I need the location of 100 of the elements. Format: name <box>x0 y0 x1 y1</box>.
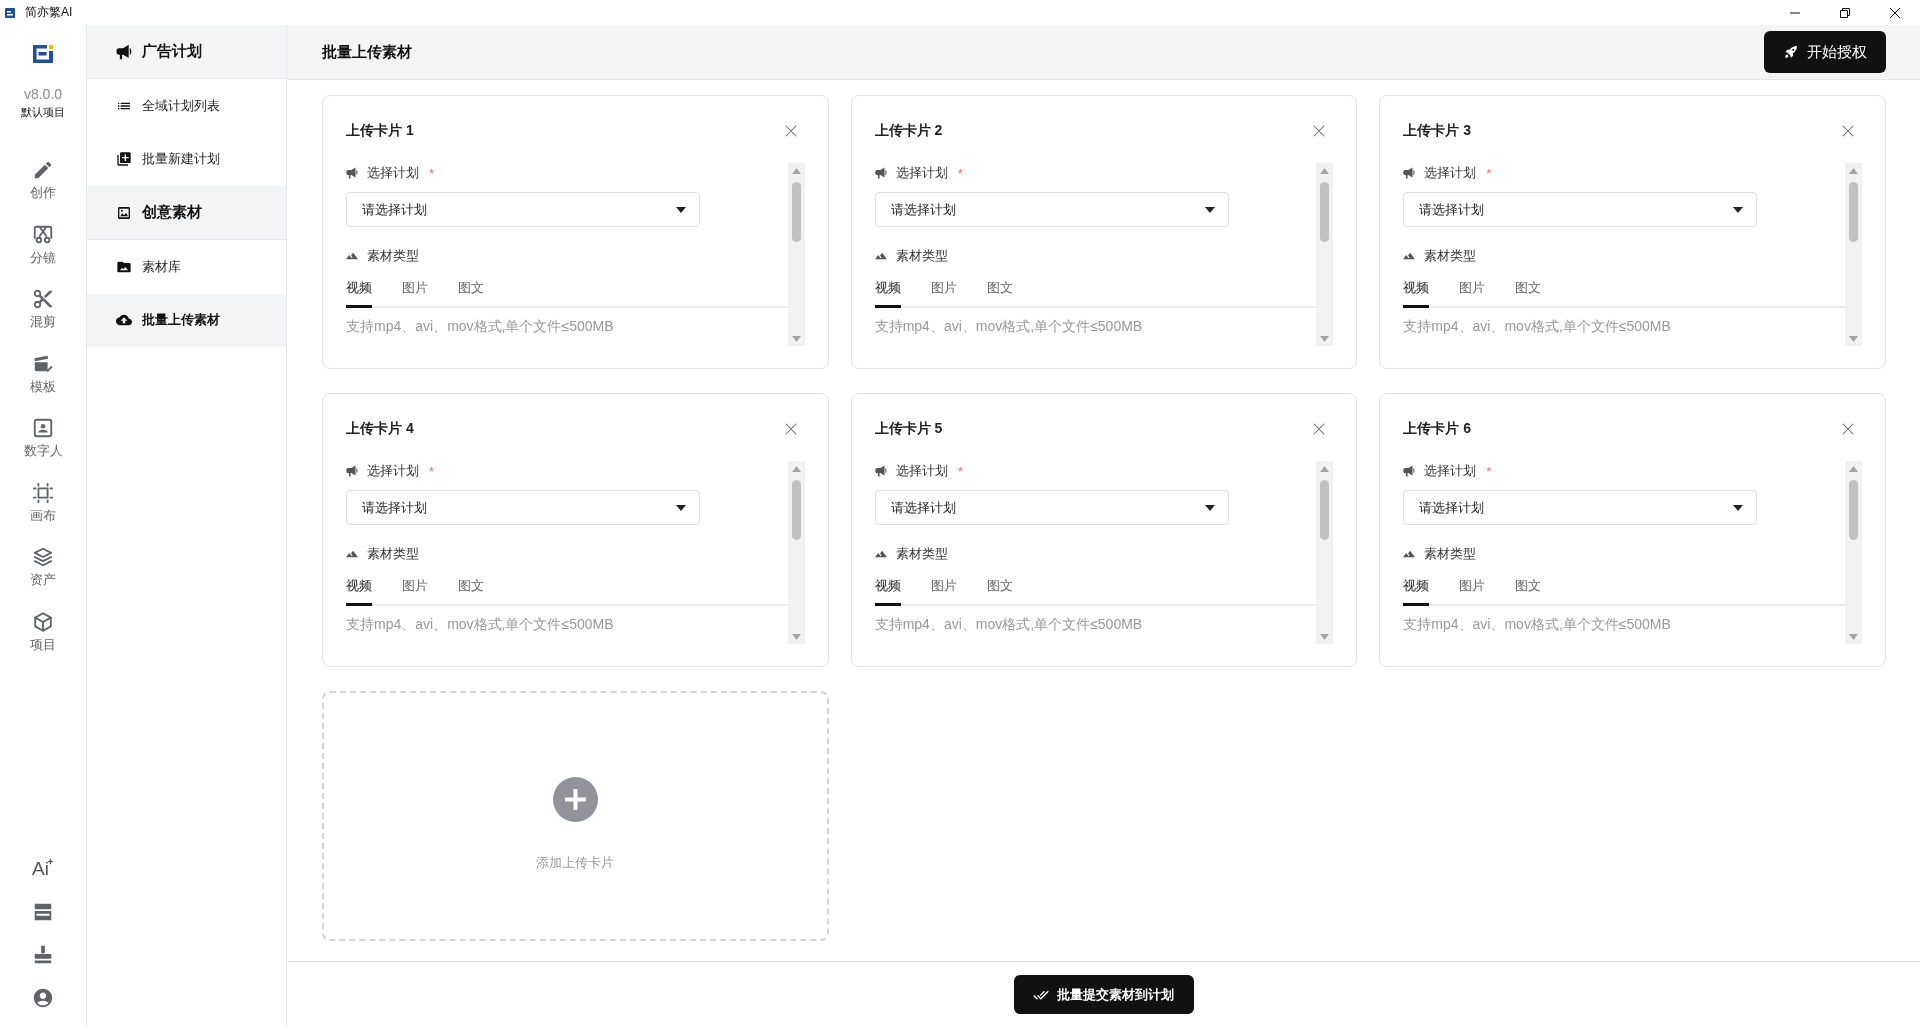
plan-select[interactable]: 请选择计划 <box>1403 192 1758 227</box>
sidebar-item[interactable]: 素材库 <box>87 240 286 294</box>
close-icon <box>1890 7 1900 18</box>
tab[interactable]: 图文 <box>986 278 1013 308</box>
field-label: 选择计划 <box>367 164 419 182</box>
scrollbar[interactable] <box>1316 461 1334 644</box>
sidebar-item[interactable]: 批量新建计划 <box>87 132 286 186</box>
megaphone-icon <box>346 167 358 179</box>
layers-icon <box>32 546 54 568</box>
tab[interactable]: 图片 <box>930 576 957 606</box>
rail-nav-item[interactable]: 资产 <box>8 536 78 601</box>
restore-icon <box>1840 7 1850 18</box>
close-icon <box>784 125 797 137</box>
mountain-icon <box>874 548 887 560</box>
tab[interactable]: 视频 <box>346 576 372 606</box>
card-title: 上传卡片 1 <box>346 122 414 140</box>
scrollbar[interactable] <box>787 461 805 644</box>
megaphone-icon <box>874 465 887 477</box>
scrollbar[interactable] <box>1845 163 1862 346</box>
mountain-icon <box>1403 548 1416 560</box>
rail-nav-item[interactable]: 分镜 <box>8 213 78 278</box>
format-hint: 支持mp4、avi、mov格式,单个文件≤500MB <box>874 317 1144 335</box>
caret-icon <box>1733 207 1744 213</box>
caret-icon <box>676 207 686 213</box>
field-label: 选择计划 <box>1424 462 1477 480</box>
scrollbar[interactable] <box>1845 461 1862 644</box>
plan-select[interactable]: 请选择计划 <box>346 192 700 227</box>
project-name: 默认项目 <box>21 105 65 119</box>
logo-icon <box>33 45 53 63</box>
tab[interactable]: 图片 <box>1459 576 1486 606</box>
plus-circle-icon <box>552 776 598 822</box>
tab[interactable]: 视频 <box>1403 576 1430 606</box>
required-mark: * <box>1486 165 1492 181</box>
caret-icon <box>1204 207 1215 213</box>
megaphone-icon <box>346 465 358 477</box>
mountain-icon <box>1403 250 1416 262</box>
required-mark: * <box>1486 463 1492 479</box>
plan-select[interactable]: 请选择计划 <box>346 490 700 525</box>
format-hint: 支持mp4、avi、mov格式,单个文件≤500MB <box>1403 317 1672 335</box>
field-label: 素材类型 <box>367 247 419 265</box>
tab[interactable]: 图文 <box>1515 576 1542 606</box>
card-title: 上传卡片 5 <box>874 420 943 438</box>
close-icon <box>1842 125 1854 137</box>
tab[interactable]: 图文 <box>458 576 484 606</box>
required-mark: * <box>957 463 963 479</box>
megaphone-icon <box>1403 465 1416 477</box>
rail-nav-item[interactable]: 数字人 <box>8 407 78 472</box>
field-label: 选择计划 <box>895 462 948 480</box>
rail-nav-item[interactable]: 模板 <box>8 342 78 407</box>
tab[interactable]: 图文 <box>458 278 484 308</box>
close-icon <box>1842 423 1854 435</box>
field-label: 素材类型 <box>367 545 419 563</box>
megaphone-icon <box>874 167 887 179</box>
plan-select[interactable]: 请选择计划 <box>874 490 1229 525</box>
rail-nav-item[interactable]: 混剪 <box>8 278 78 343</box>
authorize-button[interactable]: 开始授权 <box>1764 31 1886 73</box>
tab[interactable]: 图文 <box>986 576 1013 606</box>
ai-tool-button[interactable]: Ai <box>32 858 54 880</box>
submit-button[interactable]: 批量提交素材到计划 <box>1013 975 1194 1014</box>
version-label: v8.0.0 <box>23 85 63 103</box>
tab[interactable]: 视频 <box>874 576 901 606</box>
plan-select[interactable]: 请选择计划 <box>874 192 1229 227</box>
plan-select[interactable]: 请选择计划 <box>1403 490 1758 525</box>
app-logo-icon <box>5 7 15 18</box>
field-label: 选择计划 <box>1424 164 1477 182</box>
tab[interactable]: 图片 <box>930 278 957 308</box>
server-icon[interactable] <box>32 901 54 923</box>
rail-nav-item[interactable]: 画布 <box>8 471 78 536</box>
section-title: 广告计划 <box>142 42 202 61</box>
mountain-icon <box>874 250 887 262</box>
section-title: 创意素材 <box>142 203 202 222</box>
format-hint: 支持mp4、avi、mov格式,单个文件≤500MB <box>346 317 615 335</box>
tab[interactable]: 图片 <box>402 278 428 308</box>
megaphone-icon <box>116 43 132 60</box>
caret-icon <box>1204 505 1215 511</box>
scrollbar[interactable] <box>1316 163 1334 346</box>
card-title: 上传卡片 4 <box>346 420 414 438</box>
megaphone-icon <box>1403 167 1416 179</box>
sidebar-item[interactable]: 批量上传素材 <box>87 293 286 347</box>
tab[interactable]: 图片 <box>402 576 428 606</box>
tab[interactable]: 视频 <box>1403 278 1430 308</box>
account-icon[interactable] <box>32 987 54 1009</box>
tab[interactable]: 视频 <box>874 278 901 308</box>
rail-nav-item[interactable]: 创作 <box>8 149 78 214</box>
card-title: 上传卡片 6 <box>1403 420 1471 438</box>
mountain-icon <box>346 548 358 560</box>
scrollbar[interactable] <box>787 163 805 346</box>
stamp-icon[interactable] <box>32 944 54 966</box>
tab[interactable]: 图片 <box>1459 278 1486 308</box>
page-title: 批量上传素材 <box>322 42 412 62</box>
tab[interactable]: 图文 <box>1515 278 1542 308</box>
sidebar-item[interactable]: 全域计划列表 <box>87 79 286 133</box>
mountain-icon <box>346 250 358 262</box>
tab[interactable]: 视频 <box>346 278 372 308</box>
caret-icon <box>1733 505 1744 511</box>
required-mark: * <box>957 165 963 181</box>
format-hint: 支持mp4、avi、mov格式,单个文件≤500MB <box>346 615 615 633</box>
rail-nav-item[interactable]: 项目 <box>8 600 78 665</box>
rocket-icon <box>1783 44 1799 60</box>
close-icon <box>1313 125 1326 137</box>
